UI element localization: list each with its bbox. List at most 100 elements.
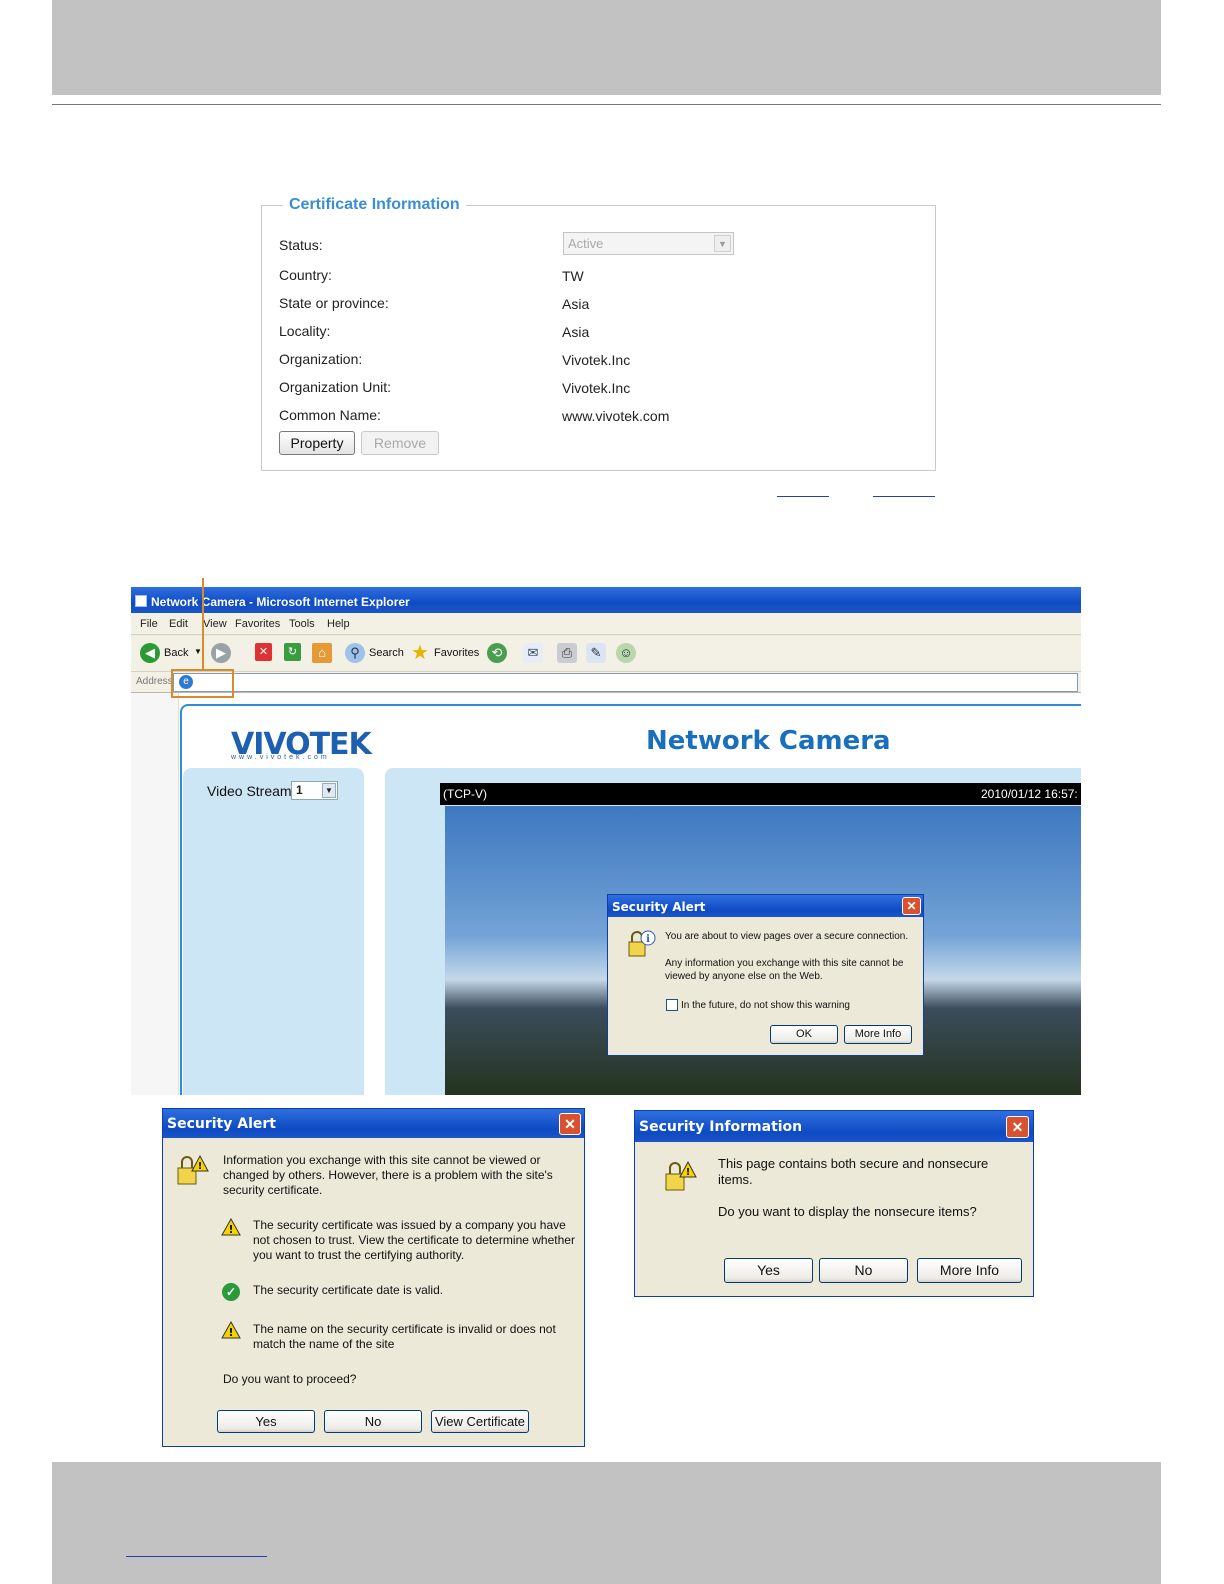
view-certificate-button[interactable]: View Certificate: [431, 1410, 529, 1433]
country-value: TW: [562, 268, 584, 284]
state-value: Asia: [562, 296, 590, 312]
video-stream-label: Video Stream: [207, 783, 292, 799]
address-bar: Address e: [131, 672, 1081, 693]
no-button[interactable]: No: [324, 1410, 422, 1433]
security-information-dialog: Security Information ✕ ! This page conta…: [634, 1110, 1034, 1297]
common-name-label: Common Name:: [279, 407, 381, 423]
menu-view[interactable]: View: [203, 618, 227, 630]
certificate-trust-warning: The security certificate was issued by a…: [253, 1218, 575, 1262]
history-icon[interactable]: ⟲: [487, 643, 507, 663]
dont-show-label: In the future, do not show this warning: [681, 1000, 850, 1011]
ok-button[interactable]: OK: [770, 1025, 838, 1044]
header-band: [52, 0, 1161, 95]
left-panel: [183, 768, 364, 1095]
browser-toolbar: ◀ Back ▼ ▶ ✕ ↻ ⌂ ⚲ Search ★ Favorites ⟲ …: [131, 636, 1081, 672]
organization-value: Vivotek.Inc: [562, 352, 631, 368]
security-alert-small: Security Alert ✕ i You are about to view…: [607, 894, 924, 1056]
menu-help[interactable]: Help: [327, 618, 350, 630]
video-timestamp: 2010/01/12 16:57:: [981, 787, 1078, 801]
video-stream-value: 1: [296, 783, 303, 797]
address-input[interactable]: [173, 673, 1078, 692]
search-label[interactable]: Search: [369, 647, 404, 659]
menu-edit[interactable]: Edit: [169, 618, 188, 630]
yes-button[interactable]: Yes: [217, 1410, 315, 1433]
svg-text:!: !: [228, 1326, 233, 1339]
proceed-question: Do you want to proceed?: [223, 1372, 357, 1386]
close-icon[interactable]: ✕: [1006, 1116, 1029, 1138]
country-label: Country:: [279, 267, 332, 283]
forward-arrow-icon[interactable]: ▶: [211, 643, 231, 663]
dont-show-checkbox[interactable]: [666, 999, 678, 1011]
property-button[interactable]: Property: [279, 431, 355, 455]
status-select[interactable]: Active ▼: [563, 232, 734, 255]
no-button[interactable]: No: [819, 1258, 908, 1283]
alert-intro: Information you exchange with this site …: [223, 1153, 553, 1197]
favorites-star-icon[interactable]: ★: [410, 643, 430, 663]
link-underline: [777, 496, 829, 497]
close-icon[interactable]: ✕: [559, 1113, 581, 1135]
browser-window: Network Camera - Microsoft Internet Expl…: [131, 587, 1081, 1095]
more-info-button[interactable]: More Info: [844, 1025, 912, 1044]
vivotek-logo-url: www.vivotek.com: [231, 754, 330, 761]
display-nonsecure-question: Do you want to display the nonsecure ite…: [718, 1204, 977, 1219]
alert-line-1: You are about to view pages over a secur…: [665, 931, 909, 942]
state-label: State or province:: [279, 295, 389, 311]
certificate-legend: Certificate Information: [283, 196, 466, 214]
organization-unit-value: Vivotek.Inc: [562, 380, 631, 396]
favorites-label[interactable]: Favorites: [434, 647, 479, 659]
content-margin: [131, 693, 179, 1095]
svg-text:!: !: [228, 1223, 233, 1236]
stop-icon[interactable]: ✕: [255, 643, 272, 661]
home-icon[interactable]: ⌂: [312, 643, 332, 663]
back-arrow-icon[interactable]: ◀: [140, 643, 160, 663]
svg-text:!: !: [198, 1161, 203, 1172]
menu-tools[interactable]: Tools: [289, 618, 315, 630]
alert-line-2: Any information you exchange with this s…: [665, 958, 904, 982]
footer-band: [52, 1462, 1161, 1584]
status-label: Status:: [279, 237, 323, 253]
organization-unit-label: Organization Unit:: [279, 379, 392, 395]
video-stream-select[interactable]: 1 ▼: [291, 781, 338, 800]
more-info-button[interactable]: More Info: [917, 1258, 1022, 1283]
footer-link-underline: [126, 1556, 267, 1557]
yes-button[interactable]: Yes: [724, 1258, 813, 1283]
search-icon[interactable]: ⚲: [345, 643, 365, 663]
dialog-title: Security Information: [635, 1111, 1033, 1142]
back-label[interactable]: Back: [164, 647, 188, 659]
common-name-value: www.vivotek.com: [562, 408, 670, 424]
remove-button[interactable]: Remove: [361, 431, 439, 455]
messenger-icon[interactable]: ☺: [616, 643, 636, 663]
certificate-date-valid: The security certificate date is valid.: [253, 1283, 444, 1297]
svg-text:!: !: [686, 1167, 691, 1178]
video-info-bar: (TCP-V) 2010/01/12 16:57:: [440, 783, 1081, 805]
edit-icon[interactable]: ✎: [586, 643, 606, 663]
warning-icon: !: [221, 1321, 241, 1339]
video-protocol: (TCP-V): [443, 787, 487, 801]
ie-page-icon: [135, 595, 147, 607]
link-underline: [873, 496, 935, 497]
chevron-down-icon: ▼: [322, 783, 336, 798]
svg-text:i: i: [646, 934, 650, 945]
annotation-line: [202, 578, 204, 670]
header-rule: [52, 104, 1161, 105]
address-icon-highlight: [171, 669, 234, 698]
browser-title-bar: Network Camera - Microsoft Internet Expl…: [131, 587, 1081, 613]
lock-info-icon: i: [628, 930, 656, 957]
menu-file[interactable]: File: [140, 618, 158, 630]
lock-warning-icon: !: [177, 1154, 209, 1185]
locality-value: Asia: [562, 324, 590, 340]
certificate-name-warning: The name on the security certificate is …: [253, 1322, 556, 1351]
menu-bar: File Edit View Favorites Tools Help: [131, 613, 1081, 635]
close-icon[interactable]: ✕: [902, 897, 921, 915]
chevron-down-icon: ▼: [714, 235, 731, 252]
address-label: Address: [136, 676, 173, 687]
print-icon[interactable]: ⎙: [557, 643, 577, 663]
mail-icon[interactable]: ✉: [523, 643, 543, 663]
lock-warning-icon: !: [665, 1160, 697, 1191]
check-icon: ✓: [222, 1283, 240, 1301]
refresh-icon[interactable]: ↻: [284, 643, 301, 661]
browser-title: Network Camera - Microsoft Internet Expl…: [151, 595, 410, 609]
back-dropdown-icon[interactable]: ▼: [194, 647, 202, 656]
menu-favorites[interactable]: Favorites: [235, 618, 280, 630]
organization-label: Organization:: [279, 351, 363, 367]
